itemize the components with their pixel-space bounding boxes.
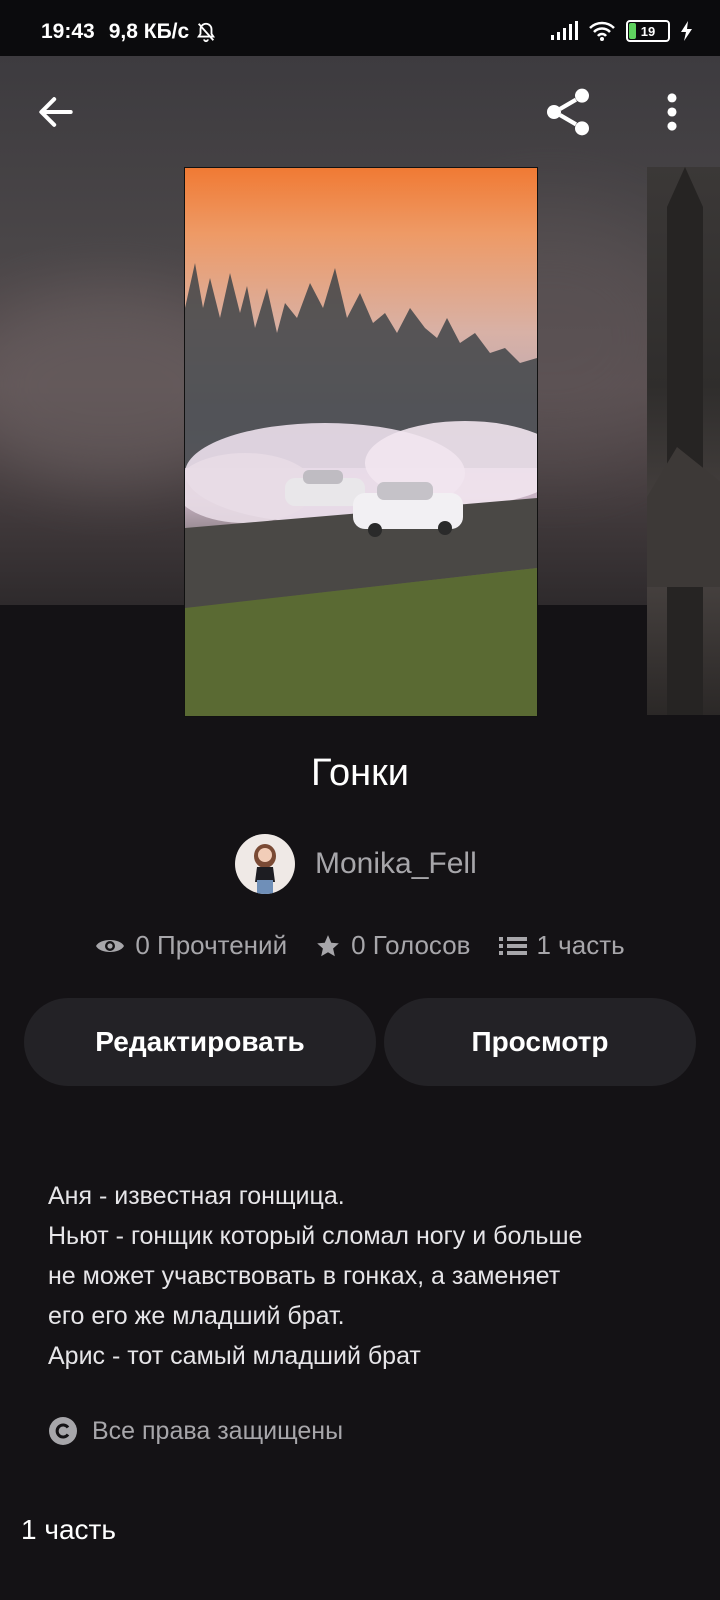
parts-section-title: 1 часть — [21, 1514, 116, 1545]
status-bar: 19:43 9,8 КБ/с 19 — [0, 0, 720, 56]
reads-count: 0 Прочтений — [135, 930, 288, 960]
description-line: Ньют - гонщик который сломал ногу и боль… — [48, 1222, 583, 1250]
stats-row: 0 Прочтений 0 Голосов 1 часть — [0, 930, 720, 961]
network-speed: 9,8 КБ/с — [108, 20, 190, 43]
battery-level: 19 — [640, 23, 656, 39]
wifi-icon — [589, 21, 615, 41]
copyright-text: Все права защищены — [92, 1416, 344, 1445]
copyright-row: Все права защищены — [48, 1416, 343, 1446]
next-story-cover[interactable] — [647, 167, 720, 715]
description-line: Арис - тот самый младший брат — [48, 1342, 421, 1370]
cover-artwork — [185, 263, 537, 716]
votes-stat: 0 Голосов — [315, 930, 471, 961]
signal-icon — [551, 21, 578, 40]
battery-icon: 19 — [626, 20, 670, 42]
author-name[interactable]: Monika_Fell — [315, 847, 477, 881]
story-title: Гонки — [310, 752, 409, 794]
author-row[interactable]: Monika_Fell — [235, 834, 477, 894]
description-line: не может учавствовать в гонках, а заменя… — [48, 1262, 561, 1290]
avatar-figure-icon — [254, 844, 276, 894]
bell-off-icon — [197, 22, 216, 43]
next-cover-artwork — [647, 167, 720, 715]
status-time: 19:43 — [41, 20, 95, 43]
story-cover[interactable] — [184, 167, 538, 717]
edit-button[interactable]: Редактировать — [24, 998, 376, 1086]
charging-icon — [681, 21, 692, 41]
star-icon — [317, 934, 339, 956]
copyright-icon — [49, 1417, 77, 1445]
share-icon[interactable] — [540, 84, 596, 140]
parts-count: 1 часть — [536, 930, 625, 960]
description-line: его его же младший брат. — [48, 1302, 345, 1330]
votes-count: 0 Голосов — [351, 930, 471, 960]
view-button[interactable]: Просмотр — [384, 998, 696, 1086]
avatar[interactable] — [235, 834, 295, 894]
story-description: Аня - известная гонщица. Ньют - гонщик к… — [48, 1176, 688, 1376]
reads-stat: 0 Прочтений — [95, 930, 287, 961]
more-vertical-icon[interactable] — [655, 88, 689, 136]
eye-icon — [96, 939, 125, 952]
back-arrow-icon[interactable] — [34, 90, 78, 134]
description-line: Аня - известная гонщица. — [48, 1182, 345, 1210]
list-icon — [498, 936, 527, 955]
parts-stat: 1 часть — [498, 930, 625, 961]
